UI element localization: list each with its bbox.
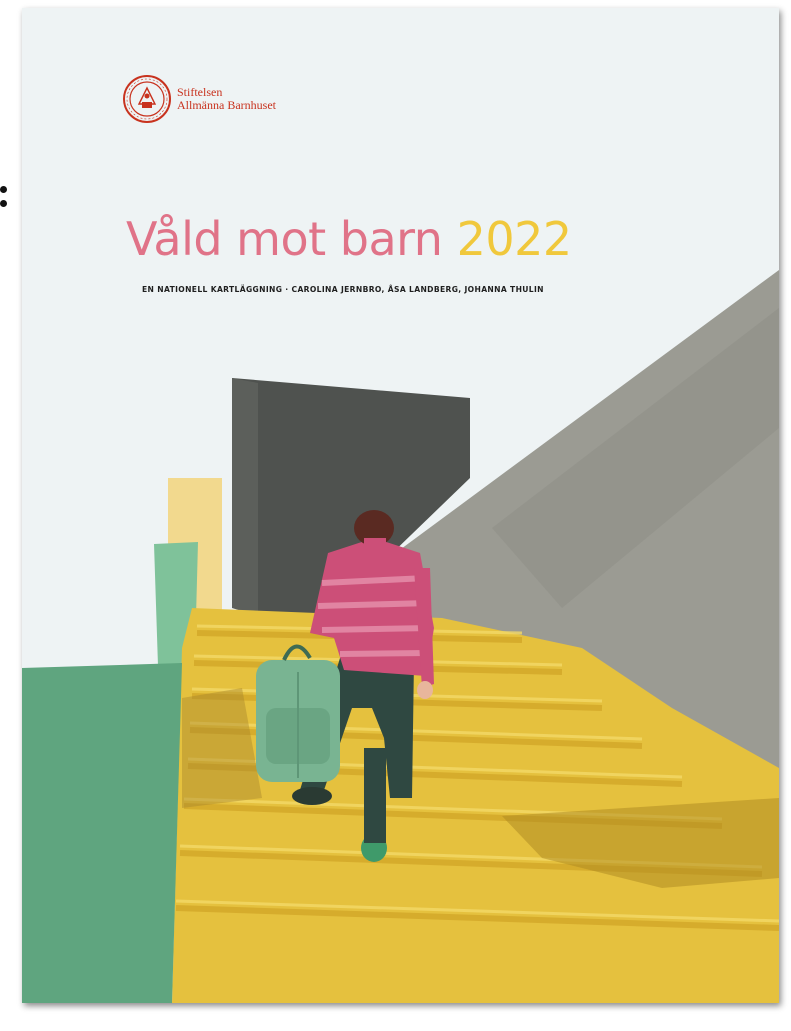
report-cover: Stiftelsen Allmänna Barnhuset Våld mot b… (22, 8, 779, 1003)
green-rail-lower (22, 663, 182, 1003)
bullet-dot (0, 186, 7, 193)
bullet-markers (0, 186, 10, 214)
logo-text: Stiftelsen Allmänna Barnhuset (177, 86, 276, 112)
doorway-left-shade (232, 378, 258, 616)
person-neck (364, 538, 386, 550)
shoe-left (292, 787, 332, 805)
foundation-logo: Stiftelsen Allmänna Barnhuset (122, 74, 276, 124)
cover-illustration (22, 270, 779, 1003)
title-main: Våld mot barn (126, 212, 443, 266)
hand (417, 681, 433, 699)
logo-line2: Allmänna Barnhuset (177, 98, 276, 112)
cover-title: Våld mot barn 2022 (126, 216, 572, 262)
title-year: 2022 (456, 212, 573, 266)
leg-right (364, 748, 386, 843)
cover-subtitle: EN NATIONELL KARTLÄGGNING · CAROLINA JER… (142, 285, 544, 294)
bullet-dot (0, 200, 7, 207)
seal-icon (123, 75, 171, 123)
